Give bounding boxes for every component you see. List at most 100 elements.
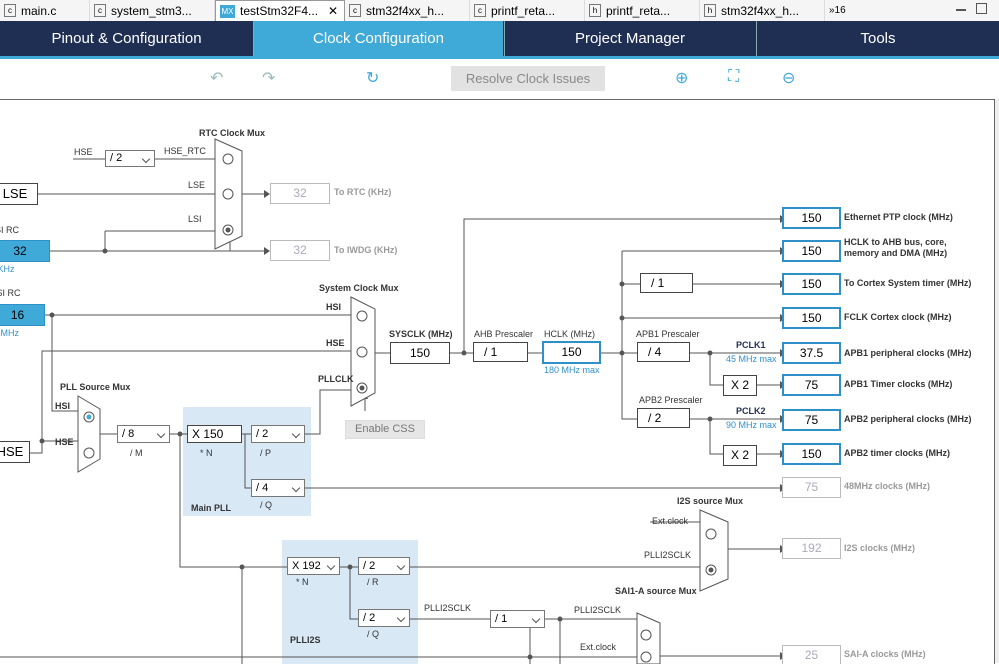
pclk2-max: 90 MHz max (726, 420, 777, 430)
sysclk-value[interactable]: 150 (390, 342, 450, 364)
close-icon[interactable]: ✕ (328, 4, 338, 18)
lse-source-box[interactable]: LSE (0, 183, 38, 205)
apb2-timer-value[interactable]: 150 (782, 443, 841, 465)
file-tab-label: system_stm3... (111, 3, 192, 18)
ext-clock-label-a: Ext.clock (652, 516, 689, 526)
overflow-icon: »16 (829, 5, 846, 16)
file-tab-label: main.c (21, 3, 57, 18)
rtc-mux-title: RTC Clock Mux (199, 128, 266, 138)
lsi-line-label: LSI (188, 214, 202, 224)
main-pll-label: Main PLL (191, 503, 231, 513)
pclk1-label: PCLK1 (736, 340, 766, 350)
hclk-ahb-value[interactable]: 150 (782, 240, 841, 262)
sai-a-clock-label: SAI-A clocks (MHz) (844, 649, 926, 659)
pclk2-label: PCLK2 (736, 406, 766, 416)
file-tab-label: stm32f4xx_h... (721, 3, 800, 18)
pll-n-select[interactable]: X 150 (187, 425, 242, 443)
cortex-timer-value[interactable]: 150 (782, 273, 841, 295)
tab-tools[interactable]: Tools (757, 21, 999, 56)
sys-mux-hsi-label: HSI (326, 302, 342, 312)
tab-project-manager[interactable]: Project Manager (505, 21, 755, 56)
refresh-icon[interactable]: ↻ (366, 68, 379, 88)
sys-mux-hse-label: HSE (326, 338, 345, 348)
sai-a-clock-value: 25 (782, 645, 841, 664)
file-tab-system[interactable]: c system_stm3... (90, 0, 215, 21)
pll-m-select[interactable]: / 8 (117, 425, 170, 443)
clock-tree-canvas: RTC Clock Mux HSE / 2 HSE_RTC LSE LSE LS… (0, 99, 995, 664)
i2s-q-select[interactable]: / 2 (358, 609, 410, 627)
plli2sclk-label-c: PLLI2SCLK (574, 605, 622, 615)
vertical-scrollbar[interactable] (995, 99, 999, 663)
zoom-in-icon[interactable]: ⊕ (675, 68, 688, 88)
maximize-icon[interactable] (976, 3, 987, 14)
tab-clock-configuration[interactable]: Clock Configuration (254, 21, 503, 56)
file-tab-ioc[interactable]: MX testStm32F4... ✕ (215, 0, 345, 21)
ethernet-ptp-value[interactable]: 150 (782, 207, 841, 229)
file-tab-main-c[interactable]: c main.c (0, 0, 90, 21)
enable-css-button[interactable]: Enable CSS (345, 420, 425, 439)
i2s-clock-label: I2S clocks (MHz) (844, 543, 916, 553)
i2s-source-mux-title: I2S source Mux (677, 496, 744, 506)
cortex-timer-label: To Cortex System timer (MHz) (844, 278, 972, 288)
apb1-prescaler-select[interactable]: / 4 (637, 342, 690, 362)
pll-src-hse-label: HSE (55, 437, 74, 447)
sai-divider-select[interactable]: / 1 (490, 610, 545, 628)
apb1-timer-value[interactable]: 75 (782, 374, 841, 396)
pll-q-select[interactable]: / 4 (251, 479, 305, 497)
plli2sclk-label-b: PLLI2SCLK (644, 550, 692, 560)
fclk-label: FCLK Cortex clock (MHz) (844, 312, 952, 322)
hse-rtc-input-label: HSE (74, 147, 93, 157)
fit-icon[interactable]: ⛶ (728, 68, 739, 86)
fclk-value[interactable]: 150 (782, 307, 841, 329)
pll-source-mux-title: PLL Source Mux (60, 382, 131, 392)
h-file-icon: h (589, 4, 601, 17)
hse-source-box[interactable]: HSE (0, 441, 30, 463)
apb1-timer-multiplier: X 2 (723, 375, 757, 396)
file-tab-label: printf_reta... (491, 3, 556, 18)
mx-file-icon: MX (220, 4, 235, 18)
plli2sclk-label-a: PLLI2SCLK (424, 603, 472, 613)
apb1-peripheral-value[interactable]: 37.5 (782, 342, 841, 364)
resolve-clock-issues-button[interactable]: Resolve Clock Issues (451, 66, 605, 91)
clock-48mhz-value: 75 (782, 477, 841, 498)
pll-m-label: / M (130, 448, 143, 458)
undo-icon[interactable]: ↶ (210, 68, 223, 88)
tab-pinout[interactable]: Pinout & Configuration (0, 21, 253, 56)
to-rtc-label: To RTC (KHz) (334, 187, 392, 197)
apb2-peripheral-value[interactable]: 75 (782, 409, 841, 431)
h-file-icon: h (704, 4, 716, 17)
file-tab-printf-c[interactable]: c printf_reta... (470, 0, 585, 21)
apb2-prescaler-label: APB2 Prescaler (639, 395, 703, 405)
c-file-icon: c (94, 4, 106, 17)
tab-overflow[interactable]: »16 (825, 0, 875, 21)
i2s-n-select[interactable]: X 192 (287, 557, 340, 575)
apb1-peripheral-label: APB1 peripheral clocks (MHz) (844, 348, 972, 358)
minimize-icon[interactable] (956, 9, 966, 11)
pll-n-label: * N (200, 448, 213, 458)
to-rtc-value: 32 (270, 183, 330, 204)
rtc-divider-select[interactable]: / 2 (105, 150, 155, 167)
apb1-prescaler-label: APB1 Prescaler (636, 329, 700, 339)
cortex-timer-divider[interactable]: / 1 (640, 273, 693, 293)
tab-divider (253, 21, 254, 56)
ethernet-ptp-label: Ethernet PTP clock (MHz) (844, 212, 953, 222)
i2s-r-select[interactable]: / 2 (358, 557, 410, 575)
file-tab-hal-1[interactable]: c stm32f4xx_h... (345, 0, 470, 21)
pll-q-label: / Q (260, 500, 273, 510)
redo-icon[interactable]: ↷ (262, 68, 275, 88)
ahb-prescaler-select[interactable]: / 1 (473, 342, 528, 362)
zoom-out-icon[interactable]: ⊖ (782, 68, 795, 88)
pll-p-select[interactable]: / 2 (251, 425, 305, 443)
i2s-clock-value: 192 (782, 538, 841, 559)
hclk-max: 180 MHz max (544, 365, 600, 375)
hclk-value[interactable]: 150 (542, 341, 601, 364)
apb2-prescaler-select[interactable]: / 2 (637, 408, 690, 428)
file-tab-hal-2[interactable]: h stm32f4xx_h... (700, 0, 825, 21)
file-tab-printf-h[interactable]: h printf_reta... (585, 0, 700, 21)
i2s-r-label: / R (367, 577, 379, 587)
lsi-rc-value: 32 (0, 240, 50, 262)
hsi-unit: 16 MHz (0, 328, 20, 338)
hsi-rc-value: 16 (0, 304, 45, 326)
file-tab-label: testStm32F4... (240, 4, 319, 18)
hse-rtc-label: HSE_RTC (164, 146, 206, 156)
